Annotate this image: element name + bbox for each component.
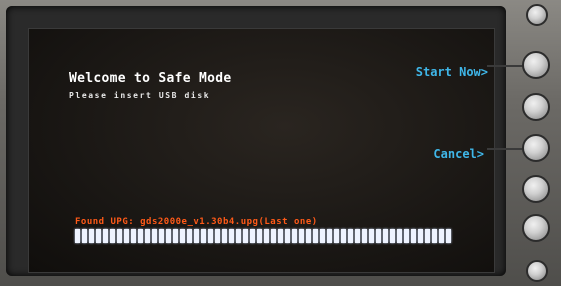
progress-segment <box>152 229 157 243</box>
progress-segment <box>397 229 402 243</box>
progress-segment <box>383 229 388 243</box>
progress-segment <box>362 229 367 243</box>
softkey-line-1 <box>487 65 523 67</box>
progress-segment <box>390 229 395 243</box>
progress-segment <box>425 229 430 243</box>
progress-segment <box>103 229 108 243</box>
progress-segment <box>117 229 122 243</box>
progress-segment <box>208 229 213 243</box>
progress-segment <box>131 229 136 243</box>
bottom-knob-icon[interactable] <box>526 260 548 282</box>
progress-segment <box>432 229 437 243</box>
cancel-softkey-label[interactable]: Cancel> <box>433 147 484 161</box>
progress-segment <box>166 229 171 243</box>
progress-segment <box>257 229 262 243</box>
progress-segment <box>250 229 255 243</box>
progress-segment <box>404 229 409 243</box>
screen-bezel: Welcome to Safe Mode Please insert USB d… <box>6 6 506 276</box>
progress-segment <box>327 229 332 243</box>
upgrade-progress-bar <box>75 229 451 243</box>
progress-segment <box>306 229 311 243</box>
progress-segment <box>173 229 178 243</box>
progress-segment <box>411 229 416 243</box>
progress-segment <box>82 229 87 243</box>
softkey-line-2 <box>487 148 523 150</box>
progress-segment <box>124 229 129 243</box>
top-knob-icon[interactable] <box>526 4 548 26</box>
progress-segment <box>292 229 297 243</box>
progress-segment <box>334 229 339 243</box>
screen-subtitle: Please insert USB disk <box>69 91 211 100</box>
progress-segment <box>89 229 94 243</box>
progress-segment <box>110 229 115 243</box>
progress-segment <box>187 229 192 243</box>
progress-segment <box>180 229 185 243</box>
progress-segment <box>159 229 164 243</box>
progress-segment <box>348 229 353 243</box>
start-now-softkey-label[interactable]: Start Now> <box>416 65 488 79</box>
softkey-1-button[interactable] <box>522 51 550 79</box>
progress-segment <box>229 229 234 243</box>
progress-segment <box>236 229 241 243</box>
display-screen: Welcome to Safe Mode Please insert USB d… <box>28 28 495 273</box>
progress-segment <box>320 229 325 243</box>
progress-segment <box>299 229 304 243</box>
softkey-3-button[interactable] <box>522 134 550 162</box>
progress-segment <box>222 229 227 243</box>
progress-segment <box>75 229 80 243</box>
progress-segment <box>341 229 346 243</box>
progress-segment <box>96 229 101 243</box>
softkey-4-button[interactable] <box>522 175 550 203</box>
progress-segment <box>313 229 318 243</box>
progress-segment <box>194 229 199 243</box>
progress-segment <box>439 229 444 243</box>
progress-segment <box>369 229 374 243</box>
progress-segment <box>243 229 248 243</box>
progress-segment <box>376 229 381 243</box>
progress-segment <box>285 229 290 243</box>
progress-segment <box>145 229 150 243</box>
progress-segment <box>215 229 220 243</box>
progress-segment <box>138 229 143 243</box>
progress-segment <box>264 229 269 243</box>
progress-segment <box>446 229 451 243</box>
progress-segment <box>201 229 206 243</box>
oscilloscope-device: Welcome to Safe Mode Please insert USB d… <box>0 0 561 286</box>
progress-segment <box>271 229 276 243</box>
softkey-2-button[interactable] <box>522 93 550 121</box>
progress-segment <box>418 229 423 243</box>
screen-title: Welcome to Safe Mode <box>69 71 232 86</box>
softkey-5-button[interactable] <box>522 214 550 242</box>
progress-segment <box>355 229 360 243</box>
status-line: Found UPG: gds2000e_v1.30b4.upg(Last one… <box>75 217 318 227</box>
progress-segment <box>278 229 283 243</box>
